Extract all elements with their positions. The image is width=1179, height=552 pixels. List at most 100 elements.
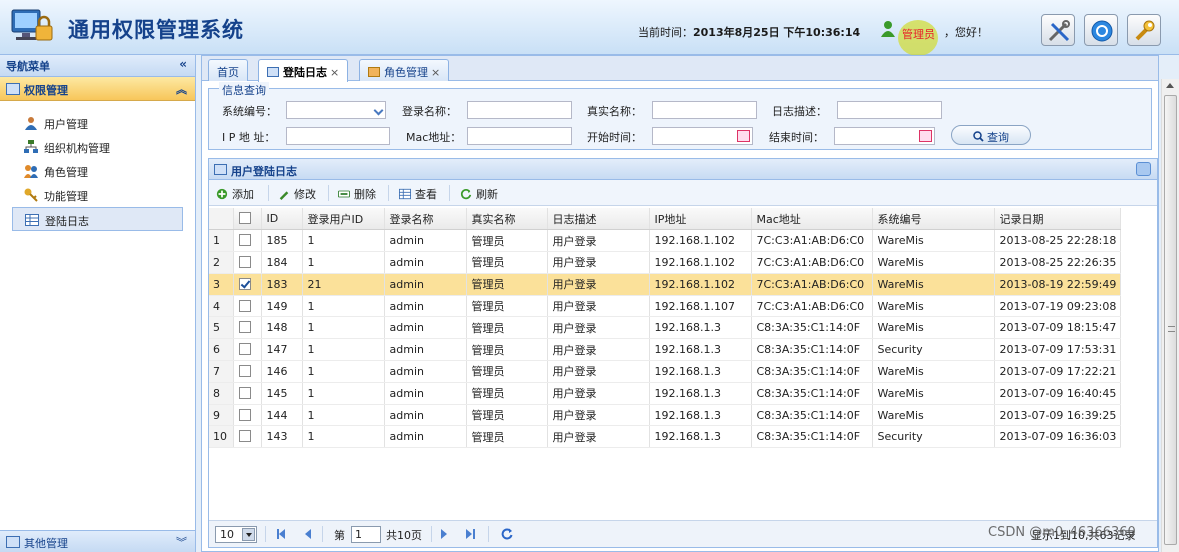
row-checkbox[interactable] bbox=[238, 277, 251, 290]
page-number-input[interactable]: 1 bbox=[351, 526, 381, 543]
row-checkbox[interactable] bbox=[238, 321, 251, 334]
chevron-down-icon[interactable] bbox=[242, 528, 255, 541]
column-header-system-no[interactable]: 系统编号 bbox=[872, 208, 995, 231]
edit-button[interactable]: 修改 bbox=[277, 186, 316, 202]
start-time-input[interactable] bbox=[652, 127, 753, 145]
table-row[interactable]: 10 143 1 admin 管理员 用户登录 192.168.1.3 C8:3A:35:C1… bbox=[209, 425, 1121, 449]
log-desc-input[interactable] bbox=[837, 101, 942, 119]
column-header-id[interactable]: ID bbox=[261, 208, 303, 231]
table-row[interactable]: 2 184 1 admin 管理员 用户登录 192.168.1.102 7C:C3:A1:A… bbox=[209, 251, 1121, 274]
collapse-panel-icon[interactable] bbox=[1136, 162, 1151, 176]
cell-id: 184 bbox=[261, 251, 303, 274]
row-checkbox[interactable] bbox=[238, 234, 251, 247]
row-checkbox[interactable] bbox=[238, 408, 251, 421]
row-checkbox-cell[interactable] bbox=[233, 295, 262, 318]
column-header-user-id[interactable]: 登录用户ID bbox=[302, 208, 385, 231]
collapse-left-icon[interactable]: « bbox=[179, 57, 187, 71]
scroll-up-icon[interactable] bbox=[1166, 83, 1174, 88]
end-time-input[interactable] bbox=[834, 127, 935, 145]
row-checkbox[interactable] bbox=[238, 255, 251, 268]
table-row[interactable]: 6 147 1 admin 管理员 用户登录 192.168.1.3 C8:3A:35:C1:… bbox=[209, 338, 1121, 362]
tab-login-log[interactable]: 登陆日志 × bbox=[258, 59, 349, 82]
row-checkbox-cell[interactable] bbox=[233, 382, 262, 405]
expand-down-icon[interactable]: ︾ bbox=[176, 534, 187, 550]
column-header-login-name[interactable]: 登录名称 bbox=[384, 208, 467, 231]
select-all-header[interactable] bbox=[233, 208, 262, 231]
table-row[interactable]: 4 149 1 admin 管理员 用户登录 192.168.1.107 7C:C3:A1:A… bbox=[209, 295, 1121, 318]
close-icon[interactable]: × bbox=[431, 66, 440, 79]
first-page-icon[interactable] bbox=[279, 529, 285, 539]
page-size-select[interactable]: 10 bbox=[215, 526, 257, 543]
column-header-date[interactable]: 记录日期 bbox=[994, 208, 1121, 231]
user-icon bbox=[880, 20, 896, 38]
table-row[interactable]: 3 183 21 admin 管理员 用户登录 192.168.1.102 7C:C3:A1:… bbox=[209, 273, 1121, 296]
sidebar-group-permission[interactable]: 权限管理 ︽ bbox=[0, 77, 195, 101]
log-table: ID 登录用户ID 登录名称 真实名称 日志描述 IP地址 Mac地址 系统编号… bbox=[209, 208, 1121, 449]
ip-input[interactable] bbox=[286, 127, 390, 145]
cell-date: 2013-07-09 16:40:45 bbox=[994, 382, 1121, 405]
sidebar-item-roles[interactable]: 角色管理 bbox=[12, 159, 183, 183]
row-number: 4 bbox=[209, 295, 234, 318]
sidebar-item-login-log[interactable]: 登陆日志 bbox=[12, 207, 183, 231]
row-checkbox-cell[interactable] bbox=[233, 338, 262, 362]
logout-button[interactable] bbox=[1127, 14, 1161, 46]
row-checkbox-cell[interactable] bbox=[233, 360, 262, 383]
search-icon bbox=[973, 131, 984, 142]
next-page-icon[interactable] bbox=[441, 529, 447, 539]
row-checkbox[interactable] bbox=[238, 364, 251, 377]
cell-real-name: 管理员 bbox=[466, 273, 548, 296]
mac-input[interactable] bbox=[467, 127, 572, 145]
table-row[interactable]: 7 146 1 admin 管理员 用户登录 192.168.1.3 C8:3A:35:C1:… bbox=[209, 360, 1121, 383]
delete-button[interactable]: 删除 bbox=[337, 186, 376, 202]
search-button[interactable]: 查询 bbox=[951, 125, 1031, 145]
row-checkbox[interactable] bbox=[238, 386, 251, 399]
table-row[interactable]: 9 144 1 admin 管理员 用户登录 192.168.1.3 C8:3A:35:C1:… bbox=[209, 404, 1121, 427]
current-user-link[interactable]: 管理员 bbox=[898, 20, 938, 56]
row-checkbox-cell[interactable] bbox=[233, 273, 262, 296]
row-checkbox[interactable] bbox=[238, 343, 251, 356]
row-checkbox-cell[interactable] bbox=[233, 229, 262, 253]
calendar-icon[interactable] bbox=[919, 130, 932, 142]
table-row[interactable]: 8 145 1 admin 管理员 用户登录 192.168.1.3 C8:3A:35:C1:… bbox=[209, 382, 1121, 405]
row-checkbox-cell[interactable] bbox=[233, 251, 262, 274]
row-checkbox[interactable] bbox=[238, 430, 251, 443]
column-header-ip[interactable]: IP地址 bbox=[649, 208, 752, 231]
cell-date: 2013-07-09 17:22:21 bbox=[994, 360, 1121, 383]
help-button[interactable] bbox=[1084, 14, 1118, 46]
prev-page-icon[interactable] bbox=[305, 529, 311, 539]
row-checkbox-cell[interactable] bbox=[233, 316, 262, 340]
column-header-log-desc[interactable]: 日志描述 bbox=[547, 208, 650, 231]
table-row[interactable]: 5 148 1 admin 管理员 用户登录 192.168.1.3 C8:3A:35:C1:… bbox=[209, 316, 1121, 340]
row-checkbox-cell[interactable] bbox=[233, 404, 262, 427]
tab-home[interactable]: 首页 bbox=[208, 59, 248, 81]
sidebar-group-other[interactable]: 其他管理 ︾ bbox=[0, 530, 195, 552]
row-checkbox[interactable] bbox=[238, 299, 251, 312]
collapse-up-icon[interactable]: ︽ bbox=[176, 81, 187, 97]
sidebar-item-org[interactable]: 组织机构管理 bbox=[12, 135, 183, 159]
reload-icon[interactable] bbox=[501, 528, 513, 540]
add-button[interactable]: 添加 bbox=[215, 186, 254, 202]
table-row[interactable]: 1 185 1 admin 管理员 用户登录 192.168.1.102 7C:C3:A1:A… bbox=[209, 229, 1121, 253]
system-no-select[interactable] bbox=[286, 101, 386, 119]
row-checkbox-cell[interactable] bbox=[233, 425, 262, 449]
last-page-icon[interactable] bbox=[466, 529, 472, 539]
close-icon[interactable]: × bbox=[330, 66, 339, 79]
column-header-real-name[interactable]: 真实名称 bbox=[466, 208, 548, 231]
view-button[interactable]: 查看 bbox=[398, 186, 437, 202]
real-name-input[interactable] bbox=[652, 101, 757, 119]
page-scrollbar[interactable] bbox=[1161, 79, 1179, 552]
user-name[interactable]: 管理员 bbox=[902, 26, 935, 42]
time-label: 当前时间： bbox=[638, 26, 693, 39]
view-label: 查看 bbox=[415, 188, 437, 201]
column-header-mac[interactable]: Mac地址 bbox=[751, 208, 873, 231]
login-name-input[interactable] bbox=[467, 101, 572, 119]
select-all-checkbox[interactable] bbox=[238, 212, 251, 225]
scrollbar-thumb[interactable] bbox=[1164, 95, 1177, 545]
tab-roles[interactable]: 角色管理 × bbox=[359, 59, 450, 81]
sidebar-item-functions[interactable]: 功能管理 bbox=[12, 183, 183, 207]
refresh-button[interactable]: 刷新 bbox=[459, 186, 498, 202]
sidebar-group-label: 权限管理 bbox=[24, 84, 68, 97]
sidebar-item-users[interactable]: 用户管理 bbox=[12, 111, 183, 135]
settings-tools-button[interactable] bbox=[1041, 14, 1075, 46]
calendar-icon[interactable] bbox=[737, 130, 750, 142]
